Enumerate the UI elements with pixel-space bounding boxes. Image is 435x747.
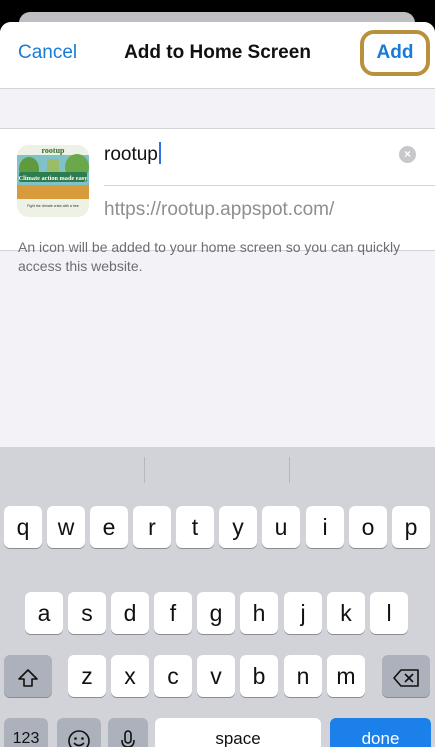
key-t[interactable]: t	[176, 506, 214, 548]
key-f[interactable]: f	[154, 592, 192, 634]
numbers-key[interactable]: 123	[4, 718, 48, 747]
key-y[interactable]: y	[219, 506, 257, 548]
key-m[interactable]: m	[327, 655, 365, 697]
key-n[interactable]: n	[284, 655, 322, 697]
shortcut-name-input[interactable]: rootup	[104, 142, 384, 168]
key-j[interactable]: j	[284, 592, 322, 634]
key-h[interactable]: h	[240, 592, 278, 634]
key-i[interactable]: i	[306, 506, 344, 548]
dictation-key[interactable]	[108, 718, 148, 747]
suggestion-divider	[144, 457, 145, 483]
key-o[interactable]: o	[349, 506, 387, 548]
key-b[interactable]: b	[240, 655, 278, 697]
microphone-icon	[121, 730, 135, 747]
hint-text: An icon will be added to your home scree…	[18, 239, 401, 274]
key-p[interactable]: p	[392, 506, 430, 548]
key-r[interactable]: r	[133, 506, 171, 548]
key-v[interactable]: v	[197, 655, 235, 697]
key-k[interactable]: k	[327, 592, 365, 634]
keyboard: q w e r t y u i o p a s d f g h j k l z …	[0, 447, 435, 747]
key-g[interactable]: g	[197, 592, 235, 634]
suggestion-divider	[289, 457, 290, 483]
space-key[interactable]: space	[155, 718, 321, 747]
key-w[interactable]: w	[47, 506, 85, 548]
app-icon-subtitle: Fight the climate crisis with a tree	[27, 204, 79, 208]
key-e[interactable]: e	[90, 506, 128, 548]
key-c[interactable]: c	[154, 655, 192, 697]
divider	[104, 185, 435, 186]
emoji-key[interactable]	[57, 718, 101, 747]
backspace-key[interactable]	[382, 655, 430, 697]
clear-text-button[interactable]: ×	[399, 146, 416, 163]
shortcut-name-value: rootup	[104, 144, 158, 165]
app-icon-tagline: Climate action made easy	[19, 175, 89, 182]
add-to-home-screen-sheet: Cancel Add to Home Screen Add rootup Cli…	[0, 22, 435, 747]
key-q[interactable]: q	[4, 506, 42, 548]
key-x[interactable]: x	[111, 655, 149, 697]
backspace-icon	[393, 669, 419, 687]
app-icon-preview: rootup Climate action made easy Fight th…	[17, 145, 89, 217]
text-cursor	[158, 142, 161, 164]
key-a[interactable]: a	[25, 592, 63, 634]
key-u[interactable]: u	[262, 506, 300, 548]
key-l[interactable]: l	[370, 592, 408, 634]
done-key[interactable]: done	[330, 718, 431, 747]
navigation-bar: Cancel Add to Home Screen Add	[0, 22, 435, 89]
shift-icon	[18, 669, 38, 687]
app-icon-title: rootup	[42, 146, 66, 155]
key-z[interactable]: z	[68, 655, 106, 697]
key-s[interactable]: s	[68, 592, 106, 634]
add-button[interactable]: Add	[360, 30, 430, 76]
shift-key[interactable]	[4, 655, 52, 697]
url-label: https://rootup.appspot.com/	[104, 199, 335, 220]
emoji-icon	[68, 730, 90, 747]
key-d[interactable]: d	[111, 592, 149, 634]
shortcut-form: rootup Climate action made easy Fight th…	[0, 128, 435, 251]
